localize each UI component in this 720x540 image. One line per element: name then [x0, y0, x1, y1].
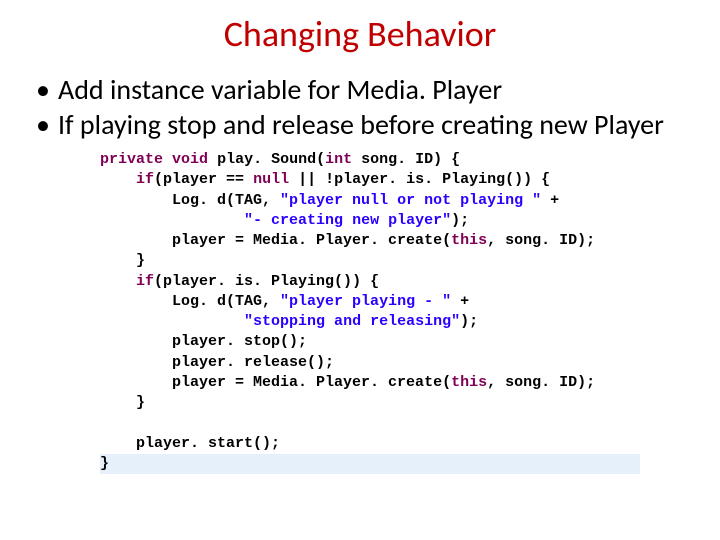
code-text	[136, 313, 244, 330]
string-literal: "- creating new player"	[244, 212, 451, 229]
code-text: player. start();	[136, 435, 280, 452]
string-literal: "stopping and releasing"	[244, 313, 460, 330]
code-text: }	[100, 455, 109, 472]
keyword-if: if	[136, 171, 154, 188]
code-text: player = Media. Player. create(	[136, 232, 451, 249]
code-text: }	[136, 252, 145, 269]
code-block: private void play. Sound(int song. ID) {…	[30, 150, 690, 474]
code-text: }	[136, 394, 145, 411]
code-text: (player. is. Playing()) {	[154, 273, 379, 290]
code-text: player. release();	[136, 354, 334, 371]
bullet-list: Add instance variable for Media. Player …	[30, 72, 690, 142]
code-text: , song. ID);	[487, 232, 595, 249]
code-text: +	[451, 293, 469, 310]
keyword-if: if	[136, 273, 154, 290]
code-text: Log. d(TAG,	[136, 192, 280, 209]
code-text: );	[451, 212, 469, 229]
code-text: play. Sound	[217, 151, 316, 168]
slide-title: Changing Behavior	[30, 12, 690, 56]
keyword-this: this	[451, 232, 487, 249]
code-text	[136, 212, 244, 229]
keyword-this: this	[451, 374, 487, 391]
code-text: , song. ID);	[487, 374, 595, 391]
code-text: Log. d(TAG,	[136, 293, 280, 310]
bullet-item: If playing stop and release before creat…	[30, 107, 690, 142]
keyword-null: null	[253, 171, 289, 188]
code-text: player. stop();	[136, 333, 307, 350]
bullet-item: Add instance variable for Media. Player	[30, 72, 690, 107]
code-text: || !player. is. Playing()) {	[289, 171, 550, 188]
keyword-void: void	[172, 151, 208, 168]
code-cursor-line: }	[100, 454, 640, 474]
code-text: (player ==	[154, 171, 253, 188]
code-text: player = Media. Player. create(	[136, 374, 451, 391]
keyword-private: private	[100, 151, 163, 168]
keyword-int: int	[325, 151, 352, 168]
string-literal: "player null or not playing "	[280, 192, 541, 209]
string-literal: "player playing - "	[280, 293, 451, 310]
code-text: +	[541, 192, 559, 209]
code-text: song. ID	[361, 151, 433, 168]
code-text: );	[460, 313, 478, 330]
